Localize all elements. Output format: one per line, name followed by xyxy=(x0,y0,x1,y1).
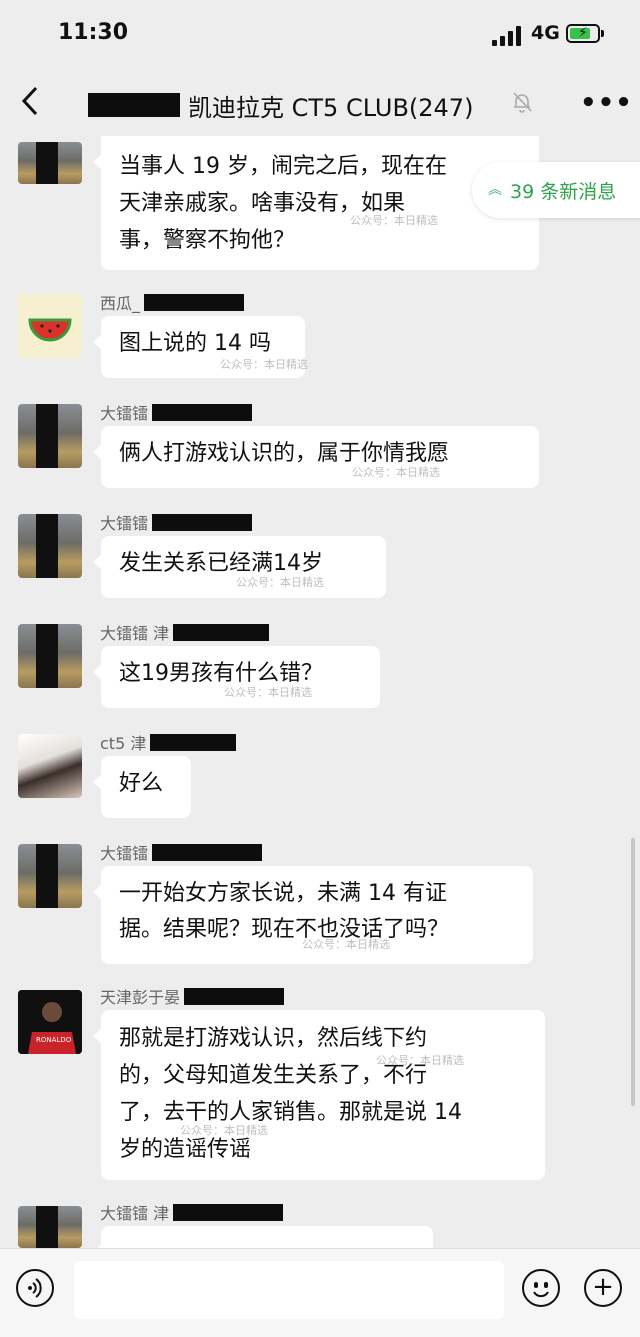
redaction-bar xyxy=(152,513,253,531)
new-messages-label: 39 条新消息 xyxy=(510,180,617,203)
avatar[interactable] xyxy=(18,142,82,184)
jersey-name: RONALDO xyxy=(36,1036,72,1044)
redaction-bar xyxy=(173,623,270,641)
sender-name: 大镭镭 xyxy=(100,840,263,864)
sender-name: 大镭镭 津 xyxy=(100,1200,284,1224)
message-text: 俩人打游戏认识的，属于你情我愿 xyxy=(119,441,450,466)
avatar[interactable] xyxy=(18,404,82,468)
redaction-bar xyxy=(150,733,237,751)
chat-title: 凯迪拉克 CT5 CLUB(247) xyxy=(88,88,473,122)
chat-header: 凯迪拉克 CT5 CLUB(247) ••• xyxy=(0,70,640,136)
message-line: 天津亲戚家。啥事没有，如果 xyxy=(119,191,406,216)
message-text: 这19男孩有什么错？ xyxy=(119,661,323,686)
status-bar: 11:30 4G ⚡ xyxy=(0,0,640,70)
message-bubble[interactable]: 那就是打游戏认识，然后线下约 的，父母知道发生关系了，不行 了，去干的人家销售。… xyxy=(93,1010,545,1180)
message-bubble[interactable]: 当事人 19 岁，闹完之后，现在在 天津亲戚家。啥事没有，如果 事，警察不拘他？ xyxy=(93,136,539,270)
battery-icon: ⚡ xyxy=(566,24,600,43)
avatar[interactable] xyxy=(18,844,82,908)
redaction-bar xyxy=(88,93,180,117)
chat-title-text: 凯迪拉克 CT5 CLUB(247) xyxy=(188,93,474,122)
input-bar: + xyxy=(0,1248,640,1337)
message-line: 当事人 19 岁，闹完之后，现在在 xyxy=(119,154,447,179)
chevron-left-icon[interactable] xyxy=(20,84,40,124)
redaction-bar xyxy=(184,987,285,1005)
watermark: 公众号：本日精选 xyxy=(376,1054,464,1067)
message-line: 那就是打游戏认识，然后线下约 xyxy=(119,1026,428,1051)
avatar[interactable] xyxy=(18,514,82,578)
sender-name: 西瓜_ xyxy=(100,290,245,314)
message-text: 好么 xyxy=(119,771,164,796)
status-time: 11:30 xyxy=(58,20,129,45)
watermark: 公众号：本日精选 xyxy=(220,358,308,371)
network-type: 4G xyxy=(531,22,560,44)
plus-icon[interactable]: + xyxy=(584,1269,622,1307)
avatar[interactable] xyxy=(18,294,82,358)
voice-icon[interactable] xyxy=(16,1269,54,1307)
battery-cap xyxy=(601,30,604,37)
scrollbar[interactable] xyxy=(631,838,635,1106)
watermark: 公众号：本日精选 xyxy=(352,466,440,479)
signal-icon xyxy=(492,26,524,46)
redaction-bar xyxy=(152,403,253,421)
redaction-bar xyxy=(152,843,263,861)
message-text: 图上说的 14 吗 xyxy=(119,331,271,356)
watermark: 公众号：本日精选 xyxy=(180,1124,268,1137)
bell-muted-icon xyxy=(510,90,534,114)
avatar[interactable]: RONALDO xyxy=(18,990,82,1054)
message-input[interactable] xyxy=(74,1261,504,1319)
sender-name: 大镭镭 津 xyxy=(100,620,270,644)
watermark: 公众号：本日精选 xyxy=(236,576,324,589)
sender-name: 天津彭于晏 xyxy=(100,984,285,1008)
redaction-bar xyxy=(173,1203,284,1221)
message-line: 一开始女方家长说，未满 14 有证 xyxy=(119,881,447,906)
avatar[interactable] xyxy=(18,624,82,688)
watermark: 公众号：本日精选 xyxy=(350,214,438,227)
watermark: 公众号：本日精选 xyxy=(224,686,312,699)
avatar[interactable] xyxy=(18,1206,82,1248)
new-messages-button[interactable]: ︽ 39 条新消息 xyxy=(472,162,640,218)
message-line: 的，父母知道发生关系了，不行 xyxy=(119,1063,428,1088)
message-bubble[interactable]: 俩人打游戏认识的，属于你情我愿 xyxy=(93,426,539,488)
message-bubble[interactable] xyxy=(93,1226,433,1260)
watermark: 公众号：本日精选 xyxy=(302,938,390,951)
more-dots-icon[interactable]: ••• xyxy=(580,88,633,118)
message-text: 发生关系已经满14岁 xyxy=(119,551,323,576)
sender-name: 大镭镭 xyxy=(100,510,253,534)
sender-name: 大镭镭 xyxy=(100,400,253,424)
redaction-bar xyxy=(144,293,245,311)
avatar[interactable] xyxy=(18,734,82,798)
sender-name: ct5 津 xyxy=(100,730,237,754)
emoji-icon[interactable] xyxy=(522,1269,560,1307)
chevron-up-icon: ︽ xyxy=(488,182,502,198)
message-line: 事，警察不拘他？ xyxy=(119,228,296,253)
message-bubble[interactable]: 好么 xyxy=(93,756,191,818)
